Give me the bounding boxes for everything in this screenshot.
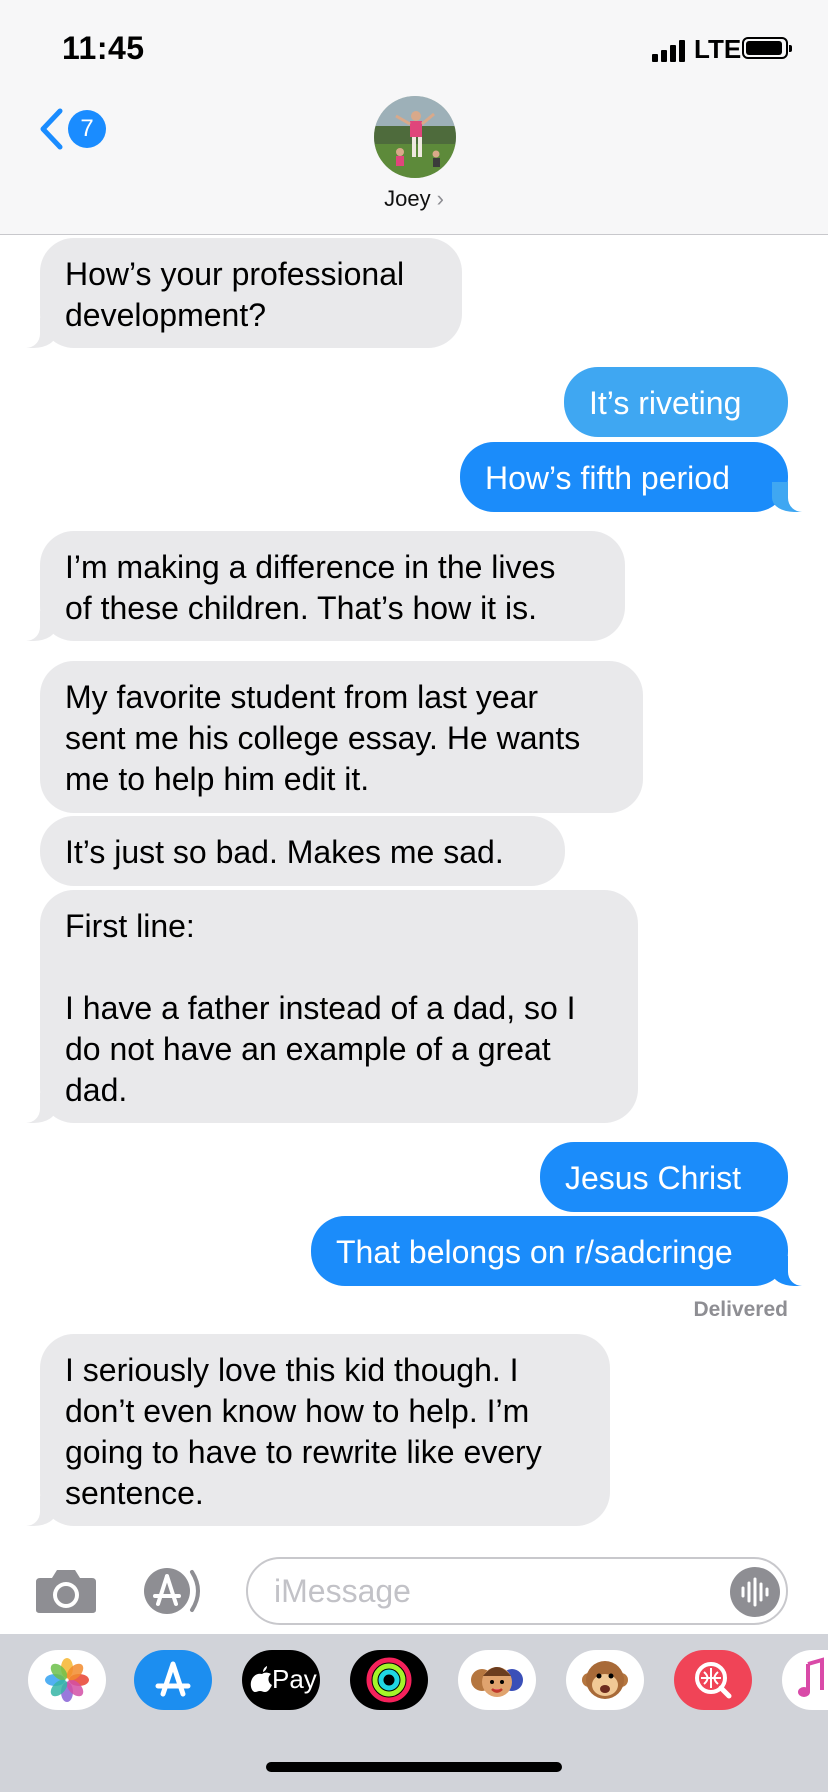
app-store-button[interactable] — [140, 1566, 212, 1616]
activity-rings-icon — [366, 1657, 412, 1703]
app-store-app-button[interactable] — [134, 1650, 212, 1710]
web-images-app-button[interactable] — [674, 1650, 752, 1710]
signal-icon — [652, 40, 688, 62]
contact-name-button[interactable]: Joey › — [0, 186, 828, 212]
image-search-icon — [695, 1662, 732, 1699]
delivery-status: Delivered — [693, 1298, 788, 1321]
contact-name: Joey — [384, 186, 431, 211]
message-bubble-incoming[interactable]: How’s your professional development? — [14, 238, 462, 348]
memoji-stickers-app-button[interactable] — [458, 1650, 536, 1710]
app-store-icon — [155, 1661, 191, 1697]
home-indicator[interactable] — [266, 1762, 562, 1772]
message-bubble-outgoing[interactable]: Jesus Christ — [540, 1142, 788, 1212]
back-button[interactable]: 7 — [38, 106, 110, 152]
message-bubble-incoming[interactable]: My favorite student from last year sent … — [40, 661, 643, 813]
chevron-left-icon — [40, 108, 63, 150]
chevron-right-icon: › — [436, 186, 444, 211]
app-drawer: Pay — [0, 1634, 828, 1792]
apple-pay-label: Pay — [272, 1664, 317, 1694]
message-bubble-outgoing[interactable]: How’s fifth period — [460, 442, 814, 512]
network-label: LTE — [694, 34, 742, 64]
camera-button[interactable] — [34, 1566, 98, 1614]
message-bubble-outgoing[interactable]: That belongs on r/sadcringe — [311, 1216, 814, 1286]
message-bubble-outgoing[interactable]: It’s riveting — [564, 367, 788, 437]
monkey-icon — [582, 1661, 628, 1699]
music-app-button[interactable] — [782, 1650, 828, 1710]
status-time: 11:45 — [62, 30, 145, 66]
avatar[interactable] — [374, 96, 456, 178]
conversation-header: 11:45 LTE 7 Joey › — [0, 0, 828, 235]
message-placeholder: iMessage — [274, 1573, 411, 1609]
activity-app-button[interactable] — [350, 1650, 428, 1710]
message-input[interactable]: iMessage — [246, 1557, 788, 1625]
battery-icon — [742, 37, 792, 59]
unread-badge: 7 — [68, 110, 106, 148]
apple-logo-icon — [250, 1666, 272, 1692]
message-bubble-incoming[interactable]: It’s just so bad. Makes me sad. — [40, 816, 565, 886]
camera-icon — [36, 1570, 96, 1613]
animoji-app-button[interactable] — [566, 1650, 644, 1710]
audio-message-button[interactable] — [730, 1567, 780, 1617]
music-note-icon — [798, 1657, 824, 1697]
apple-pay-app-button[interactable]: Pay — [242, 1650, 320, 1710]
photos-icon — [45, 1658, 89, 1702]
waveform-icon — [741, 1577, 769, 1607]
message-bubble-incoming[interactable]: First line: I have a father instead of a… — [14, 890, 638, 1123]
memoji-icon — [471, 1667, 523, 1697]
message-bubble-incoming[interactable]: I seriously love this kid though. I don’… — [14, 1334, 610, 1526]
app-store-icon — [144, 1568, 200, 1614]
photos-app-button[interactable] — [28, 1650, 106, 1710]
message-bubble-incoming[interactable]: I’m making a difference in the lives of … — [14, 531, 625, 641]
